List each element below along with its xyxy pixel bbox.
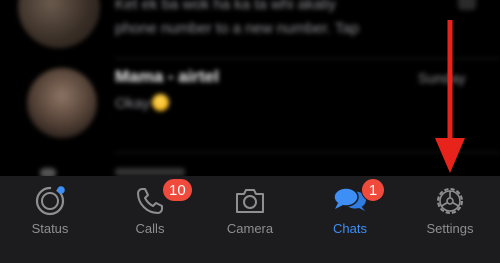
chat-preview-line1: Ket ek ba wok ha ka ta whi akaliy [115,0,336,13]
chat-name [115,168,185,176]
avatar [27,68,97,138]
tab-camera[interactable]: Camera [200,176,300,263]
chats-badge: 1 [361,178,385,202]
chat-status-icon [458,0,476,10]
tab-calls[interactable]: 10 Calls [100,176,200,263]
chat-preview-line2: phone number to a new number. Tap [115,20,360,37]
tab-label: Camera [226,221,274,236]
tab-label: Status [31,221,69,236]
tab-label: Chats [333,221,367,236]
camera-icon [236,189,264,213]
tab-settings[interactable]: Settings [400,176,500,263]
tab-label: Settings [426,221,474,236]
red-arrow-annotation-icon [435,20,465,173]
tab-label: Calls [135,221,165,236]
status-icon [35,186,65,216]
tab-chats[interactable]: 1 Chats [300,176,400,263]
calls-badge: 10 [162,178,193,202]
tab-status[interactable]: Status [0,176,100,263]
chat-name: Mama - airtel [115,67,219,86]
chat-preview-text: Okay [115,95,151,112]
emoji-icon [152,94,170,111]
gear-icon [437,188,463,214]
tab-bar: Status 10 Calls Camera 1 Chats Settings [0,176,500,263]
chat-list: Ket ek ba wok ha ka ta whi akaliy phone … [0,0,500,178]
avatar [18,0,100,48]
chat-preview: Okay [115,94,170,112]
